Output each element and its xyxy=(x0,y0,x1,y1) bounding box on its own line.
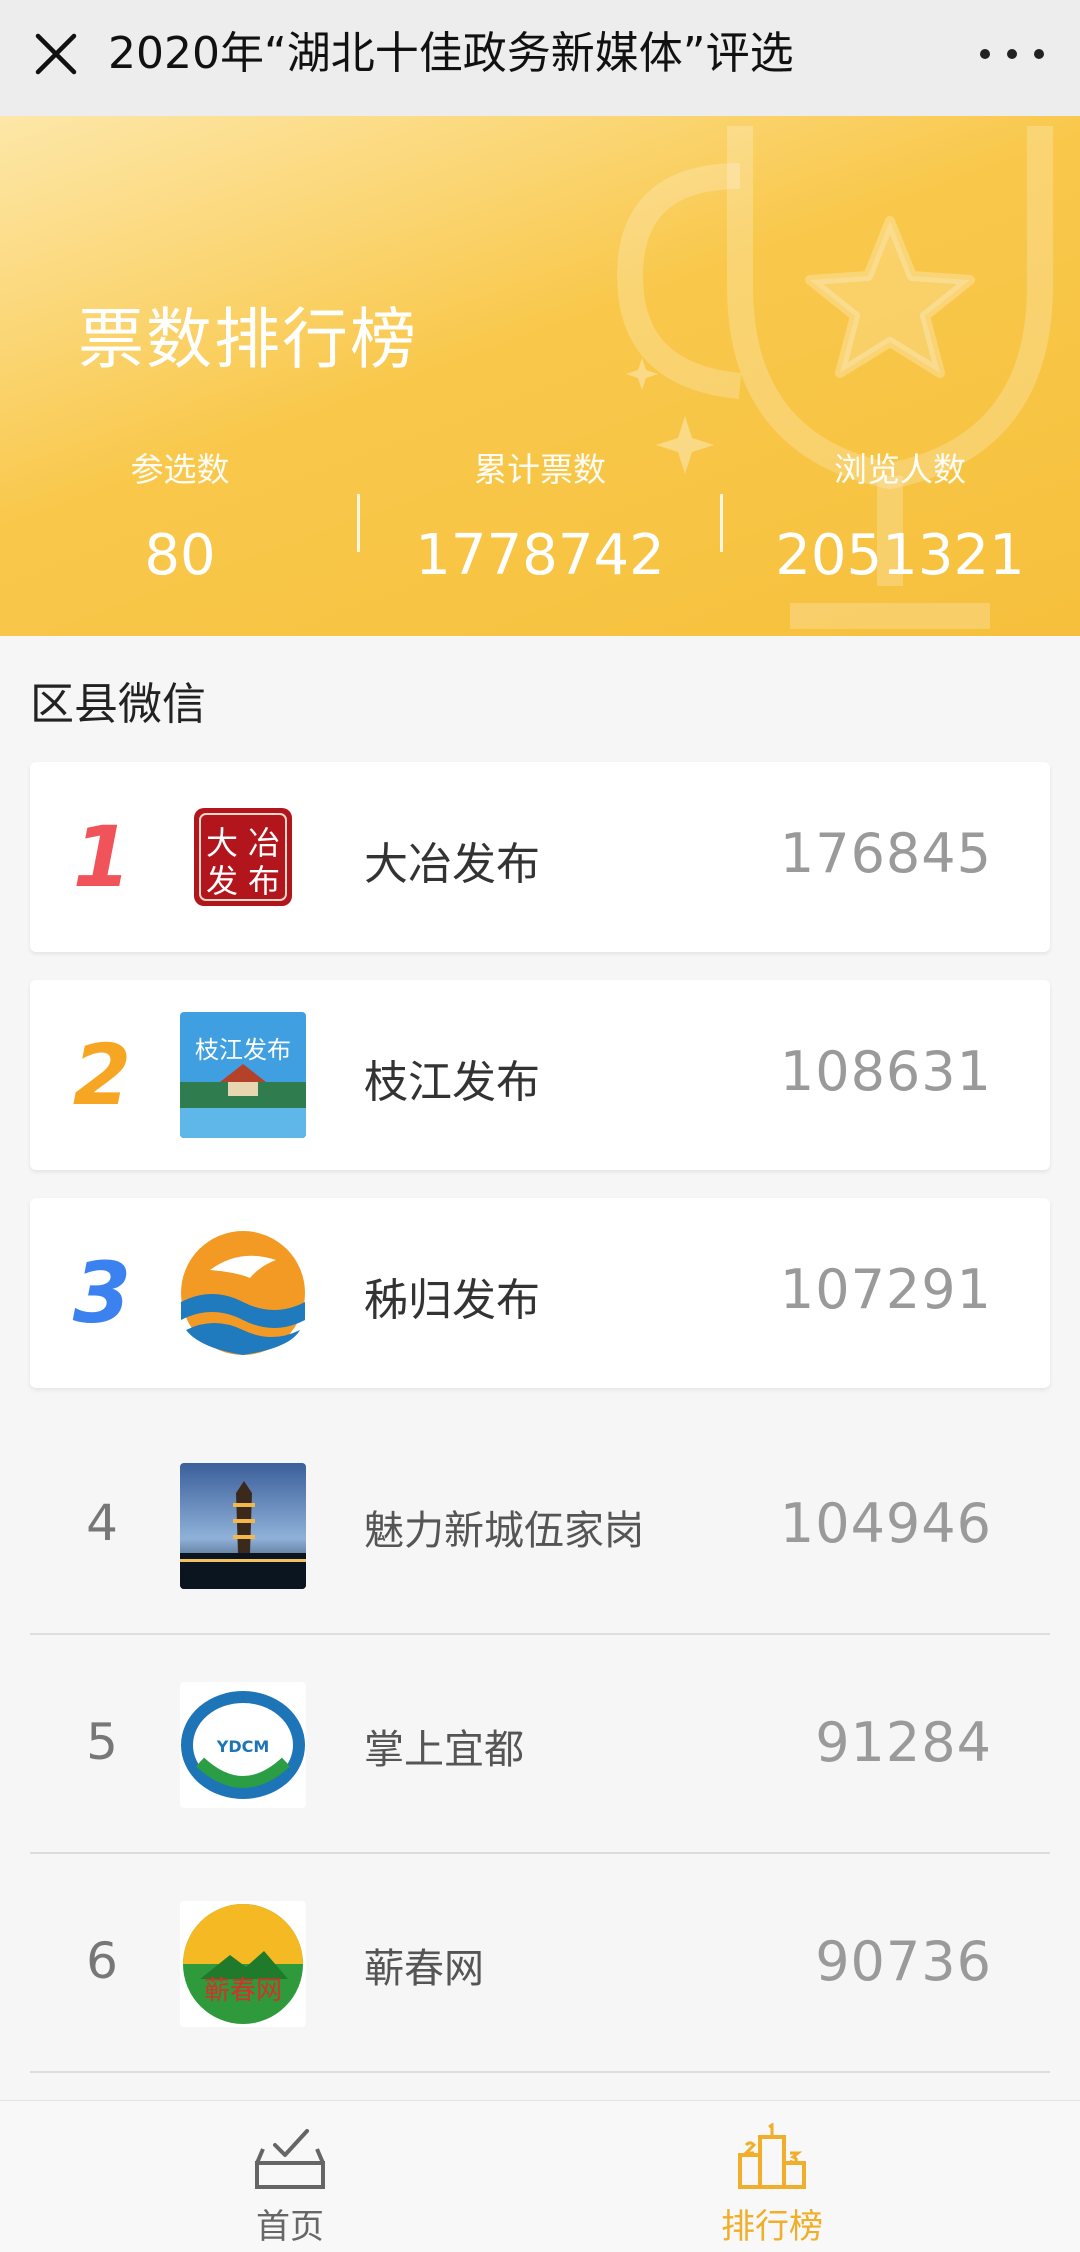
rank-number: 6 xyxy=(86,1932,118,1990)
ranking-heading: 票数排行榜 xyxy=(78,301,418,378)
account-logo: 蕲春网 xyxy=(180,1901,306,2027)
ballot-box-icon xyxy=(255,2129,325,2189)
tab-ranking-label: 排行榜 xyxy=(721,2207,823,2247)
account-logo: 枝江发布 xyxy=(180,1012,306,1138)
stat-label: 参选数 xyxy=(130,450,230,489)
account-logo xyxy=(180,1463,306,1589)
account-name: 枝江发布 xyxy=(364,1057,540,1108)
rank-number: 4 xyxy=(86,1494,118,1552)
stat-divider xyxy=(357,494,360,552)
logo-text: 蕲春网 xyxy=(204,1976,282,2006)
stat-value: 2051321 xyxy=(775,523,1025,588)
logo-char: 发 xyxy=(206,862,238,900)
rank-number: 5 xyxy=(86,1713,118,1771)
tab-home[interactable]: 首页 xyxy=(190,2123,390,2248)
close-icon[interactable] xyxy=(28,26,84,82)
account-name: 秭归发布 xyxy=(364,1275,540,1326)
list-item[interactable]: 2 枝江发布 枝江发布 108631 xyxy=(30,980,1050,1170)
rank-number: 2 xyxy=(72,1026,132,1124)
account-name: 掌上宜都 xyxy=(364,1727,524,1773)
section-title: 区县微信 xyxy=(30,679,206,730)
stats-row: 参选数 80 累计票数 1778742 浏览人数 2051321 xyxy=(0,446,1080,616)
vote-count: 91284 xyxy=(815,1711,992,1774)
list-item[interactable]: 6 蕲春网 蕲春网 90736 xyxy=(30,1854,1050,2073)
logo-char: 布 xyxy=(248,862,280,900)
top-nav-bar: 2020年“湖北十佳政务新媒体”评选 xyxy=(0,0,1080,116)
list-item[interactable]: 1 大 冶 发 布 大冶发布 176845 xyxy=(30,762,1050,952)
stat-value: 80 xyxy=(144,523,216,588)
account-logo xyxy=(180,1230,306,1356)
more-options-icon[interactable] xyxy=(980,26,1044,82)
logo-text: YDCM xyxy=(216,1737,270,1756)
tab-ranking[interactable]: 排行榜 xyxy=(672,2123,872,2248)
stat-visitors: 浏览人数 2051321 xyxy=(720,446,1080,616)
logo-char: 冶 xyxy=(248,824,280,862)
account-logo: 大 冶 发 布 xyxy=(180,794,306,920)
list-item[interactable]: 5 YDCM 掌上宜都 91284 xyxy=(30,1635,1050,1854)
stat-label: 浏览人数 xyxy=(834,450,966,489)
bottom-tab-bar: 首页 排行榜 xyxy=(0,2100,1080,2252)
list-item[interactable]: 3 秭归发布 107291 xyxy=(30,1198,1050,1388)
podium-icon xyxy=(738,2123,806,2189)
stat-divider xyxy=(720,494,723,552)
account-name: 蕲春网 xyxy=(364,1946,484,1992)
rank-number: 1 xyxy=(72,808,132,906)
stat-candidates: 参选数 80 xyxy=(0,446,360,616)
list-item[interactable]: 4 魅力新城伍家岗 104946 xyxy=(30,1416,1050,1635)
ranking-hero-banner: 票数排行榜 参选数 80 累计票数 1778742 浏览人数 2051321 xyxy=(0,116,1080,636)
stat-label: 累计票数 xyxy=(474,450,606,489)
vote-count: 108631 xyxy=(779,1040,992,1103)
vote-count: 107291 xyxy=(779,1258,992,1321)
vote-count: 176845 xyxy=(779,822,992,885)
logo-text: 枝江发布 xyxy=(195,1036,291,1064)
ranking-list: 1 大 冶 发 布 大冶发布 176845 2 枝江发布 枝江发布 108631… xyxy=(30,762,1050,2073)
account-logo: YDCM xyxy=(180,1682,306,1808)
page-title: 2020年“湖北十佳政务新媒体”评选 xyxy=(108,28,794,79)
stat-value: 1778742 xyxy=(415,523,665,588)
stat-total-votes: 累计票数 1778742 xyxy=(360,446,720,616)
account-name: 大冶发布 xyxy=(364,839,540,890)
tab-home-label: 首页 xyxy=(256,2207,324,2247)
vote-count: 90736 xyxy=(815,1930,992,1993)
account-name: 魅力新城伍家岗 xyxy=(364,1508,644,1554)
rank-number: 3 xyxy=(72,1244,132,1342)
vote-count: 104946 xyxy=(779,1492,992,1555)
logo-char: 大 xyxy=(206,824,238,862)
